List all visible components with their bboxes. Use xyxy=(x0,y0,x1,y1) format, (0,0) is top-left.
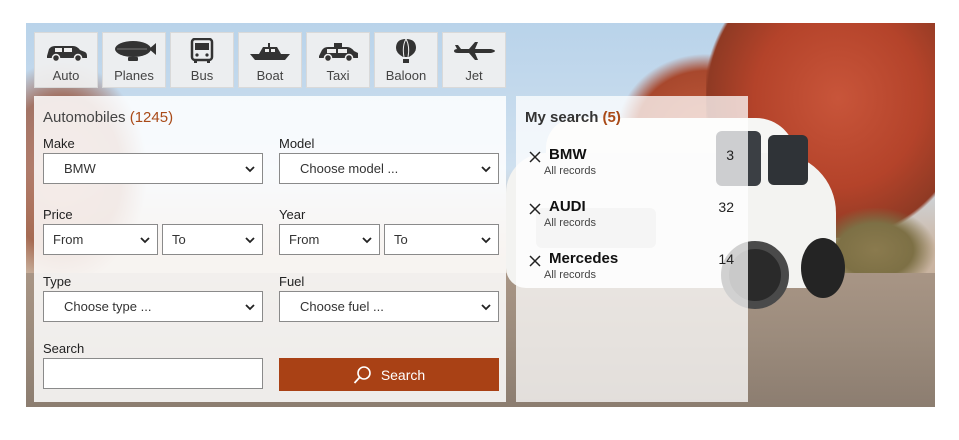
search-label: Search xyxy=(43,341,85,356)
tab-jet[interactable]: Jet xyxy=(442,32,506,88)
chevron-down-icon xyxy=(362,237,372,244)
saved-search-item[interactable]: AUDI All records 32 xyxy=(524,198,740,238)
saved-search-count: 32 xyxy=(718,199,734,215)
make-select-value: BMW xyxy=(64,161,96,176)
my-search-title-text: My search xyxy=(525,109,599,126)
price-to-select[interactable]: To xyxy=(162,224,263,255)
balloon-icon xyxy=(396,38,416,63)
model-select[interactable]: Choose model ... xyxy=(279,153,499,184)
form-title: Automobiles (1245) xyxy=(43,109,173,126)
year-to-select[interactable]: To xyxy=(384,224,499,255)
saved-search-name: BMW xyxy=(549,146,587,163)
blimp-icon xyxy=(115,41,156,61)
tab-planes[interactable]: Planes xyxy=(102,32,166,88)
car-icon xyxy=(47,46,87,63)
saved-search-subtitle: All records xyxy=(544,217,596,229)
tab-label: Auto xyxy=(52,68,80,83)
chevron-down-icon xyxy=(245,304,255,311)
close-icon[interactable] xyxy=(528,202,542,216)
tab-label: Taxi xyxy=(326,68,350,83)
fuel-select[interactable]: Choose fuel ... xyxy=(279,291,499,322)
type-select-value: Choose type ... xyxy=(64,299,152,314)
bus-icon xyxy=(190,38,214,63)
price-to-value: To xyxy=(172,232,186,247)
search-button-label: Search xyxy=(380,366,426,383)
search-form-panel: Automobiles (1245) Make BMW Model Choose… xyxy=(34,96,506,402)
close-icon[interactable] xyxy=(528,254,542,268)
fuel-label: Fuel xyxy=(279,274,305,289)
year-from-select[interactable]: From xyxy=(279,224,380,255)
type-label: Type xyxy=(43,274,72,289)
chevron-down-icon xyxy=(481,237,491,244)
model-select-value: Choose model ... xyxy=(300,161,399,176)
category-tabs: Auto Planes Bus Boat Taxi Baloon Jet xyxy=(34,32,506,88)
tab-auto[interactable]: Auto xyxy=(34,32,98,88)
make-select[interactable]: BMW xyxy=(43,153,263,184)
chevron-down-icon xyxy=(245,166,255,173)
chevron-down-icon xyxy=(140,237,150,244)
taxi-icon xyxy=(319,43,358,63)
type-select[interactable]: Choose type ... xyxy=(43,291,263,322)
price-from-value: From xyxy=(53,232,84,247)
search-button[interactable]: Search xyxy=(279,358,499,391)
results-count: (1245) xyxy=(129,109,174,126)
search-icon xyxy=(353,365,371,384)
saved-search-name: AUDI xyxy=(549,198,586,215)
year-label: Year xyxy=(279,207,306,222)
price-from-select[interactable]: From xyxy=(43,224,158,255)
tab-taxi[interactable]: Taxi xyxy=(306,32,370,88)
tab-baloon[interactable]: Baloon xyxy=(374,32,438,88)
saved-search-item[interactable]: BMW All records 3 xyxy=(524,146,740,186)
make-label: Make xyxy=(43,136,75,151)
my-search-panel: My search (5) BMW All records 3 AUDI All… xyxy=(516,96,748,402)
saved-search-item[interactable]: Mercedes All records 14 xyxy=(524,250,740,290)
search-input[interactable] xyxy=(43,358,263,389)
saved-search-name: Mercedes xyxy=(549,250,619,267)
saved-search-subtitle: All records xyxy=(544,165,596,177)
my-search-title: My search (5) xyxy=(525,109,621,126)
boat-icon xyxy=(250,43,290,60)
tab-boat[interactable]: Boat xyxy=(238,32,302,88)
model-label: Model xyxy=(279,136,315,151)
saved-search-subtitle: All records xyxy=(544,269,596,281)
tab-bus[interactable]: Bus xyxy=(170,32,234,88)
chevron-down-icon xyxy=(481,304,491,311)
close-icon[interactable] xyxy=(528,150,542,164)
tab-label: Boat xyxy=(256,68,284,83)
saved-search-count: 3 xyxy=(726,147,734,163)
tab-label: Baloon xyxy=(385,68,427,83)
form-title-text: Automobiles xyxy=(43,109,126,126)
tab-label: Bus xyxy=(190,68,214,83)
tab-label: Jet xyxy=(465,68,483,83)
jet-icon xyxy=(454,42,495,60)
saved-search-count: 14 xyxy=(718,251,734,267)
fuel-select-value: Choose fuel ... xyxy=(300,299,384,314)
my-search-count: (5) xyxy=(602,109,621,126)
chevron-down-icon xyxy=(245,237,255,244)
tab-label: Planes xyxy=(114,68,154,83)
price-label: Price xyxy=(43,207,73,222)
year-to-value: To xyxy=(394,232,408,247)
chevron-down-icon xyxy=(481,166,491,173)
year-from-value: From xyxy=(289,232,320,247)
